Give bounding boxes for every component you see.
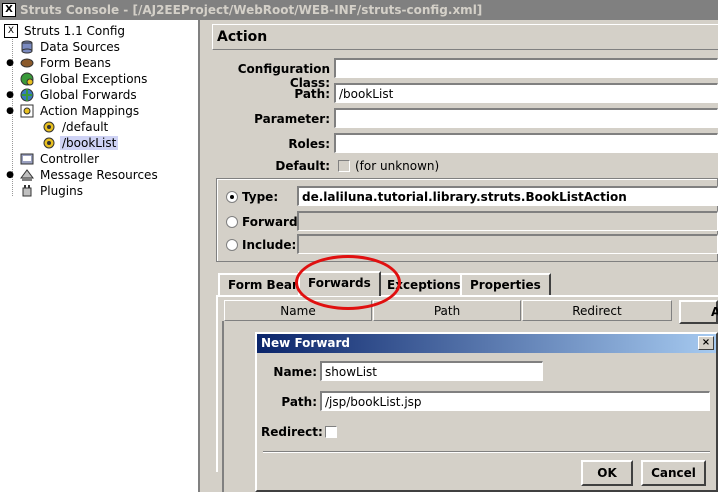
database-icon xyxy=(20,40,34,54)
tree-item-global-exceptions[interactable]: Global Exceptions xyxy=(20,71,149,87)
forward-radio[interactable] xyxy=(226,216,238,228)
dialog-name-label: Name: xyxy=(273,365,317,379)
window-title: Struts Console - [/AJ2EEProject/WebRoot/… xyxy=(20,3,483,17)
tree-item-form-beans[interactable]: ● Form Beans xyxy=(4,55,113,71)
tree-item-label: /bookList xyxy=(60,136,119,150)
tab-form-bean[interactable]: Form Bean xyxy=(218,273,311,295)
message-resources-icon xyxy=(20,168,34,182)
roles-field[interactable] xyxy=(334,133,718,153)
tree-item-label: /default xyxy=(62,120,109,134)
expand-handle-icon[interactable]: ● xyxy=(4,105,16,117)
add-forward-button[interactable]: A xyxy=(679,300,718,324)
dialog-separator xyxy=(263,451,710,453)
tree-root[interactable]: X Struts 1.1 Config xyxy=(4,23,127,39)
new-forward-dialog: New Forward × Name: showList Path: /jsp/… xyxy=(255,332,718,492)
tree-item-data-sources[interactable]: Data Sources xyxy=(20,39,122,55)
tree-item-default[interactable]: /default xyxy=(42,119,110,135)
struts-config-icon: X xyxy=(4,24,18,38)
tree-item-label: Plugins xyxy=(40,184,83,198)
tab-label: Properties xyxy=(470,278,541,292)
include-radio[interactable] xyxy=(226,239,238,251)
tree-item-label: Global Forwards xyxy=(40,88,137,102)
tree-item-action-mappings[interactable]: ● Action Mappings xyxy=(4,103,141,119)
default-note: (for unknown) xyxy=(355,159,440,173)
tree-item-label: Action Mappings xyxy=(40,104,140,118)
dialog-path-label: Path: xyxy=(281,395,317,409)
path-label: Path: xyxy=(294,87,330,101)
config-class-label: Configuration Class: xyxy=(237,62,330,90)
expand-handle-icon[interactable]: ● xyxy=(4,57,16,69)
type-radio[interactable] xyxy=(226,191,238,203)
tree-item-label: Controller xyxy=(40,152,100,166)
window-titlebar: X Struts Console - [/AJ2EEProject/WebRoo… xyxy=(0,0,718,20)
app-icon: X xyxy=(2,3,16,17)
expand-handle-icon[interactable]: ● xyxy=(4,89,16,101)
roles-label: Roles: xyxy=(288,137,330,151)
globe-icon xyxy=(20,88,34,102)
add-forward-label: A xyxy=(711,305,718,319)
default-label: Default: xyxy=(275,159,330,173)
parameter-label: Parameter: xyxy=(254,112,330,126)
column-header-redirect[interactable]: Redirect xyxy=(522,300,672,321)
globe-exception-icon xyxy=(20,72,34,86)
tree-item-label: Message Resources xyxy=(40,168,158,182)
plugin-icon xyxy=(20,184,34,198)
default-checkbox[interactable] xyxy=(338,160,350,172)
tab-label: Form Bean xyxy=(228,278,301,292)
tree-item-booklist[interactable]: /bookList xyxy=(42,135,119,151)
include-label: Include: xyxy=(242,238,297,252)
type-label: Type: xyxy=(242,190,279,204)
path-field[interactable]: /bookList xyxy=(334,83,718,103)
section-header: Action xyxy=(212,24,718,50)
tab-forwards[interactable]: Forwards xyxy=(298,271,381,296)
tree-root-label: Struts 1.1 Config xyxy=(24,24,126,38)
dialog-name-field[interactable]: showList xyxy=(320,361,543,381)
tree-item-controller[interactable]: Controller xyxy=(20,151,101,167)
dialog-redirect-checkbox[interactable] xyxy=(325,426,337,438)
bean-icon xyxy=(20,56,34,70)
dialog-title: New Forward xyxy=(261,336,351,350)
dialog-redirect-label: Redirect: xyxy=(261,425,323,439)
column-header-path[interactable]: Path xyxy=(373,300,521,321)
column-header-name[interactable]: Name xyxy=(224,300,372,321)
tab-exceptions[interactable]: Exceptions xyxy=(377,273,471,295)
dialog-path-field[interactable]: /jsp/bookList.jsp xyxy=(320,391,710,411)
cancel-button[interactable]: Cancel xyxy=(641,460,706,486)
config-tree[interactable]: X Struts 1.1 Config Data Sources ● Form … xyxy=(0,20,200,492)
forward-label: Forward: xyxy=(242,215,303,229)
action-mappings-icon xyxy=(20,104,34,118)
tree-item-plugins[interactable]: Plugins xyxy=(20,183,85,199)
section-title: Action xyxy=(217,29,268,45)
forward-field[interactable] xyxy=(297,211,718,231)
dialog-titlebar: New Forward xyxy=(257,334,716,353)
tree-item-global-forwards[interactable]: ● Global Forwards xyxy=(4,87,139,103)
ok-button[interactable]: OK xyxy=(581,460,633,486)
type-field[interactable]: de.laliluna.tutorial.library.struts.Book… xyxy=(297,186,718,206)
tree-item-label: Form Beans xyxy=(40,56,111,70)
expand-handle-icon[interactable]: ● xyxy=(4,169,16,181)
tab-properties[interactable]: Properties xyxy=(460,273,551,295)
include-field[interactable] xyxy=(297,234,718,254)
tree-item-label: Data Sources xyxy=(40,40,120,54)
controller-icon xyxy=(20,152,34,166)
tab-label: Forwards xyxy=(308,276,371,290)
tree-item-label: Global Exceptions xyxy=(40,72,148,86)
parameter-field[interactable] xyxy=(334,108,718,128)
tab-label: Exceptions xyxy=(387,278,461,292)
tree-item-message-resources[interactable]: ● Message Resources xyxy=(4,167,160,183)
gear-icon xyxy=(42,136,56,150)
config-class-field[interactable] xyxy=(334,58,718,78)
gear-icon xyxy=(42,120,56,134)
close-icon[interactable]: × xyxy=(698,336,714,350)
